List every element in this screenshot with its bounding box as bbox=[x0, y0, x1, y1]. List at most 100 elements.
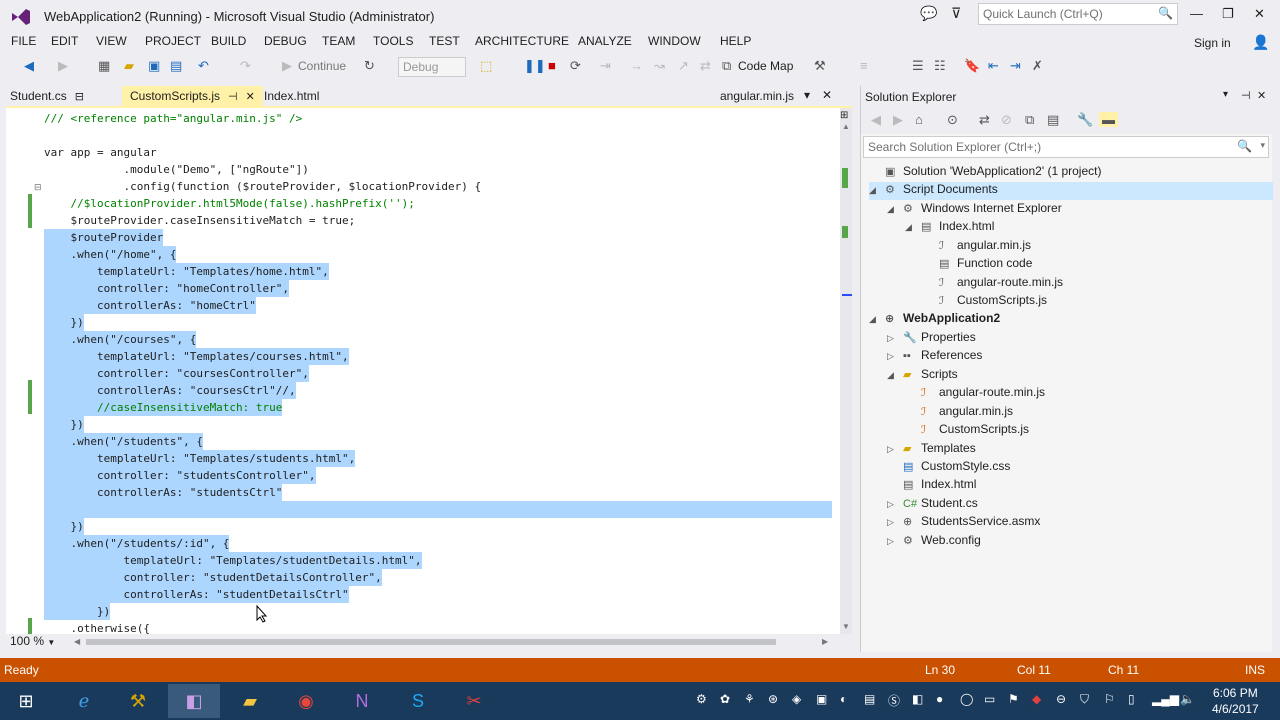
collapsed-icon[interactable]: ▷ bbox=[887, 351, 903, 362]
tools-icon[interactable]: ⚒ bbox=[814, 58, 826, 74]
tray-app-icon[interactable]: ◈ bbox=[792, 692, 801, 706]
menu-debug[interactable]: DEBUG bbox=[264, 34, 307, 48]
shield-icon[interactable]: ⛉ bbox=[1080, 692, 1089, 707]
tree-item[interactable]: ▤ Function code bbox=[923, 256, 1032, 274]
tray-app-icon[interactable]: ⚑ bbox=[1008, 692, 1019, 706]
account-icon[interactable]: 👤 bbox=[1252, 34, 1269, 51]
solution-explorer-search-input[interactable]: Search Solution Explorer (Ctrl+;) 🔍 ▾ bbox=[863, 136, 1269, 158]
tree-item[interactable]: ℐ CustomScripts.js bbox=[923, 293, 1047, 311]
menu-team[interactable]: TEAM bbox=[322, 34, 355, 48]
tray-app-icon[interactable]: ⚘ bbox=[744, 692, 755, 706]
tree-item[interactable]: ℐ CustomScripts.js bbox=[905, 422, 1029, 440]
code-map-icon[interactable]: ⧉ bbox=[722, 58, 731, 74]
pin-icon[interactable]: ⊣ bbox=[228, 91, 238, 103]
pin-icon[interactable]: ⊣ bbox=[1241, 89, 1251, 102]
stop-icon[interactable]: ⊘ bbox=[1001, 112, 1012, 128]
menu-tools[interactable]: TOOLS bbox=[373, 34, 413, 48]
refresh-icon[interactable]: ⇄ bbox=[979, 112, 990, 128]
undo-icon[interactable]: ↶ bbox=[198, 58, 209, 74]
menu-architecture[interactable]: ARCHITECTURE bbox=[475, 34, 569, 48]
code-editor[interactable]: ⊟ /// <reference path="angular.min.js" /… bbox=[6, 106, 852, 634]
expanded-icon[interactable]: ◢ bbox=[869, 185, 885, 196]
properties-icon[interactable]: 🔧 bbox=[1077, 112, 1093, 128]
tree-item[interactable]: ▷ ⊕ StudentsService.asmx bbox=[887, 514, 1040, 532]
editor-vertical-scrollbar[interactable]: ⊞ ▲ ▼ bbox=[840, 108, 852, 634]
restore-button[interactable]: ❐ bbox=[1222, 6, 1234, 22]
save-icon[interactable]: ▣ bbox=[148, 58, 160, 74]
step-over-icon[interactable]: ↝ bbox=[654, 58, 665, 74]
menu-view[interactable]: VIEW bbox=[96, 34, 127, 48]
tree-item[interactable]: ◢ ▤ Index.html bbox=[905, 219, 994, 237]
file-explorer-task[interactable]: ▰ bbox=[224, 684, 276, 718]
tray-app-icon[interactable]: ✿ bbox=[720, 692, 730, 706]
restart-icon[interactable]: ⟳ bbox=[570, 58, 581, 74]
tab-overflow-icon[interactable]: ▾ bbox=[804, 88, 810, 102]
close-panel-icon[interactable]: ✕ bbox=[1257, 89, 1266, 102]
menu-help[interactable]: HELP bbox=[720, 34, 751, 48]
collapsed-icon[interactable]: ▷ bbox=[887, 517, 903, 528]
tray-app-icon[interactable]: ▣ bbox=[816, 692, 827, 706]
stop-icon[interactable]: ■ bbox=[548, 58, 556, 73]
tray-app-icon[interactable]: ◧ bbox=[912, 692, 923, 706]
tree-item[interactable]: ▤ Index.html bbox=[887, 477, 976, 495]
pause-icon[interactable]: ❚❚ bbox=[524, 58, 546, 74]
tree-item[interactable]: ℐangular.min.js bbox=[923, 238, 1031, 256]
continue-button[interactable]: Continue bbox=[298, 59, 346, 73]
close-doc-icon[interactable]: ✕ bbox=[822, 88, 832, 102]
uncomment-icon[interactable]: ☷ bbox=[934, 58, 946, 74]
tree-item[interactable]: ▷ ▰ Templates bbox=[887, 441, 976, 459]
start-button[interactable]: ⊞ bbox=[4, 684, 48, 718]
tray-app-icon[interactable]: ◐ bbox=[840, 692, 847, 706]
refresh-icon[interactable]: ↻ bbox=[364, 58, 375, 74]
tree-item[interactable]: ▷ ⚙ Web.config bbox=[887, 533, 981, 551]
new-project-icon[interactable]: ▦ bbox=[98, 58, 110, 74]
show-all-icon[interactable]: ▤ bbox=[1047, 112, 1059, 128]
tree-item[interactable]: ▤ CustomStyle.css bbox=[887, 459, 1010, 477]
quick-launch-input[interactable]: Quick Launch (Ctrl+Q) 🔍 bbox=[978, 3, 1178, 25]
tray-app-icon[interactable]: ◆ bbox=[1032, 692, 1041, 706]
scroll-down-icon[interactable]: ▼ bbox=[842, 622, 850, 631]
tray-app-icon[interactable]: ⚙ bbox=[696, 692, 707, 706]
collapsed-icon[interactable]: ▷ bbox=[887, 536, 903, 547]
collapse-icon[interactable]: ⊟ bbox=[34, 182, 42, 193]
snipping-tool-task[interactable]: ✂ bbox=[448, 684, 500, 718]
code-map-button[interactable]: Code Map bbox=[738, 59, 793, 73]
tab-customscripts-js[interactable]: CustomScripts.js ⊣ ✕ bbox=[122, 86, 263, 106]
tree-item[interactable]: ℐangular-route.min.js bbox=[923, 275, 1063, 293]
back-icon[interactable]: ◀ bbox=[871, 112, 881, 128]
onenote-task[interactable]: N bbox=[336, 684, 388, 718]
scroll-right-icon[interactable]: ▶ bbox=[822, 637, 828, 646]
forward-icon[interactable]: ▶ bbox=[893, 112, 903, 128]
tray-app-icon[interactable]: ⊛ bbox=[768, 692, 778, 706]
prev-bookmark-icon[interactable]: ⇤ bbox=[988, 58, 999, 74]
next-bookmark-icon[interactable]: ⇥ bbox=[1010, 58, 1021, 74]
expanded-icon[interactable]: ◢ bbox=[905, 222, 921, 233]
minimize-button[interactable]: — bbox=[1190, 6, 1203, 21]
skype-task[interactable]: S bbox=[392, 684, 444, 718]
sign-in-link[interactable]: Sign in bbox=[1194, 36, 1231, 50]
menu-window[interactable]: WINDOW bbox=[648, 34, 701, 48]
home-icon[interactable]: ⌂ bbox=[915, 112, 923, 127]
save-all-icon[interactable]: ▤ bbox=[170, 58, 182, 74]
open-folder-icon[interactable]: ▰ bbox=[124, 58, 134, 74]
scroll-up-icon[interactable]: ▲ bbox=[842, 122, 850, 131]
step-out-icon[interactable]: ↗ bbox=[678, 58, 689, 74]
visual-studio-task[interactable]: ◧ bbox=[168, 684, 220, 718]
pin-icon[interactable]: ⊟ bbox=[75, 91, 84, 103]
menu-test[interactable]: TEST bbox=[429, 34, 460, 48]
show-next-icon[interactable]: ⇥ bbox=[600, 58, 611, 74]
sync-icon[interactable]: ⊙ bbox=[947, 112, 958, 128]
filter-icon[interactable]: ⊽ bbox=[951, 5, 961, 22]
system-clock[interactable]: 6:06 PM 4/6/2017 bbox=[1212, 685, 1259, 717]
tray-app-icon[interactable]: ◯ bbox=[960, 692, 973, 706]
file-tools-task[interactable]: ⚒ bbox=[112, 684, 164, 718]
editor-horizontal-scrollbar[interactable]: ◀ ▶ bbox=[0, 634, 846, 650]
split-icon[interactable]: ⊞ bbox=[840, 110, 848, 121]
format-icon[interactable]: ≡ bbox=[860, 58, 868, 73]
find-icon[interactable]: ⬚ bbox=[480, 58, 492, 74]
tab-index-html[interactable]: Index.html bbox=[256, 86, 327, 106]
panel-menu-icon[interactable]: ▾ bbox=[1223, 89, 1228, 100]
collapsed-icon[interactable]: ▷ bbox=[887, 444, 903, 455]
collapsed-icon[interactable]: ▷ bbox=[887, 499, 903, 510]
redo-icon[interactable]: ↷ bbox=[240, 58, 251, 74]
